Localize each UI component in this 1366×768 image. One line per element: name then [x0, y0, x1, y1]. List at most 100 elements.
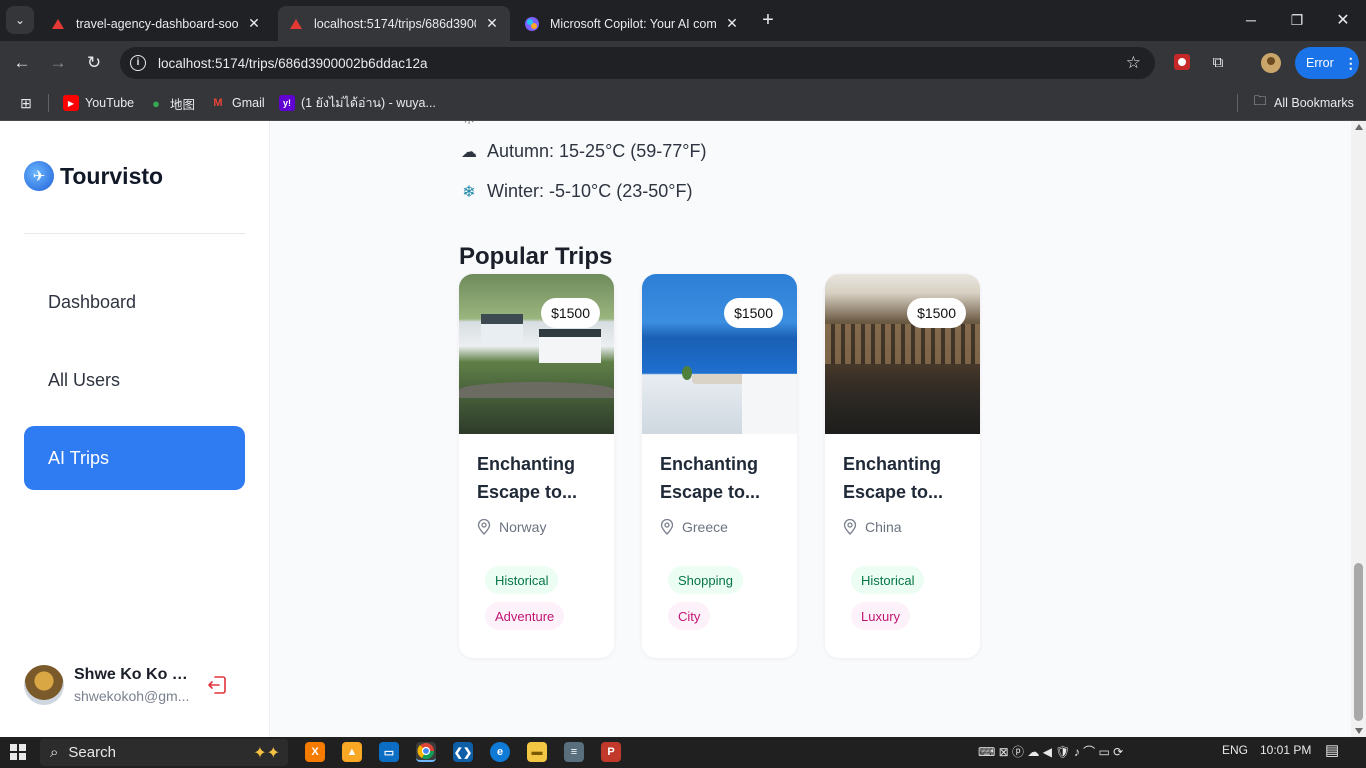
address-bar[interactable]: i localhost:5174/trips/686d3900002b6ddac…: [120, 47, 1155, 79]
yahoo-icon: y!: [279, 95, 295, 111]
windows-start-icon[interactable]: [10, 744, 26, 760]
close-icon[interactable]: ✕: [246, 15, 262, 32]
tag-pill: Shopping: [668, 566, 743, 594]
app-icon-xampp[interactable]: X: [305, 742, 325, 762]
trip-card[interactable]: $1500 Enchanting Escape to... Norway His…: [459, 274, 614, 658]
trip-title: Enchanting Escape to...: [843, 454, 944, 502]
bookmark-label: Gmail: [232, 96, 265, 110]
brand-logo[interactable]: ✈ Tourvisto: [24, 161, 163, 191]
bookmark-label: (1 ยังไม่ได้อ่าน) - wuya...: [301, 96, 436, 110]
reload-icon[interactable]: ↻: [82, 51, 106, 75]
sparkle-icon: ✦✦: [253, 744, 280, 762]
sidebar-item-ai-trips[interactable]: AI Trips: [24, 426, 245, 490]
bookmark-label: 地图: [170, 97, 196, 112]
restore-icon[interactable]: ❐: [1274, 0, 1320, 40]
tab-title: travel-agency-dashboard-sooty: [76, 16, 238, 31]
browser-tab[interactable]: travel-agency-dashboard-sooty ✕: [40, 6, 272, 41]
tab-search-button[interactable]: ⌄: [6, 6, 34, 34]
url-host: localhost: [158, 55, 212, 71]
more-vert-icon: ⋮: [1343, 54, 1358, 71]
app-icon-edge[interactable]: e: [490, 742, 510, 762]
logout-icon[interactable]: [206, 674, 228, 696]
trip-image: $1500: [642, 274, 797, 434]
app-icon-explorer[interactable]: ▬: [527, 742, 547, 762]
minimize-icon[interactable]: ─: [1228, 0, 1274, 40]
bookmark-gmail[interactable]: M Gmail: [210, 91, 265, 115]
gmail-icon: M: [213, 97, 223, 109]
tag-pill: Historical: [485, 566, 559, 594]
app-icon-vscode[interactable]: ❮❯: [453, 742, 473, 762]
favicon-icon: [50, 16, 66, 32]
app-icon-chrome[interactable]: [416, 742, 436, 762]
extension-icon[interactable]: [1172, 53, 1192, 73]
site-info-icon[interactable]: i: [130, 55, 146, 71]
climate-row-partial: ☀: [459, 121, 487, 129]
tag-pill: Adventure: [485, 602, 565, 630]
taskbar: ⌕ Search ✦✦ X ▲ ▭ ❮❯ e ▬ ≡ P ⌨ ⊠ ⓟ ☁ ◀ 🛡…: [0, 737, 1366, 768]
close-icon[interactable]: ✕: [724, 15, 740, 32]
close-icon[interactable]: ✕: [484, 15, 500, 32]
bookmark-youtube[interactable]: ▶ YouTube: [63, 91, 134, 115]
scroll-thumb[interactable]: [1354, 563, 1363, 721]
avatar: [24, 665, 64, 705]
new-tab-button[interactable]: +: [758, 10, 778, 30]
price-badge: $1500: [907, 298, 966, 328]
notification-icon[interactable]: ▤: [1325, 741, 1339, 759]
climate-text: Autumn: 15-25°C (59-77°F): [487, 141, 707, 161]
scroll-up-icon[interactable]: [1355, 124, 1363, 130]
user-profile: Shwe Ko Ko H... shwekokoh@gm...: [24, 663, 245, 707]
app-icon-bird[interactable]: ▲: [342, 742, 362, 762]
climate-text: Winter: -5-10°C (23-50°F): [487, 181, 693, 201]
map-pin-icon: [660, 519, 674, 535]
all-bookmarks[interactable]: 🗀 All Bookmarks: [1252, 91, 1353, 115]
bookmark-maps[interactable]: ● 地图: [148, 91, 195, 115]
forward-icon[interactable]: →: [46, 51, 70, 75]
tag-pill: Luxury: [851, 602, 911, 630]
price-badge: $1500: [541, 298, 600, 328]
copilot-icon: [524, 16, 540, 32]
browser-toolbar: ← → ↻ i localhost:5174/trips/686d3900002…: [0, 41, 1366, 85]
tab-title: Microsoft Copilot: Your AI comp: [550, 16, 716, 31]
favicon-icon: [288, 16, 304, 32]
user-email: shwekokoh@gm...: [74, 688, 190, 704]
sidebar-item-label: Dashboard: [48, 291, 137, 312]
bookmarks-bar: ⊞ ▶ YouTube ● 地图 M Gmail y! (1 ยังไม่ได้อ่าน…: [0, 85, 1366, 121]
location-text: Greece: [682, 519, 728, 535]
apps-grid-icon[interactable]: ⊞: [18, 91, 40, 115]
trip-card[interactable]: $1500 Enchanting Escape to... Greece Sho…: [642, 274, 797, 658]
clock[interactable]: 10:01 PM: [1260, 743, 1311, 757]
climate-row: ❄ Winter: -5-10°C (23-50°F): [459, 181, 692, 202]
back-icon[interactable]: ←: [10, 51, 34, 75]
close-window-icon[interactable]: ✕: [1320, 0, 1366, 40]
folder-icon: 🗀: [1253, 93, 1267, 108]
puzzle-icon[interactable]: ⧉: [1208, 53, 1228, 73]
taskbar-search[interactable]: ⌕ Search ✦✦: [40, 739, 288, 766]
tray-icons[interactable]: ⌨ ⊠ ⓟ ☁ ◀ 🛡 ♪ ⌒ ▭ ⟳: [978, 743, 1123, 760]
sidebar-item-label: AI Trips: [48, 447, 110, 468]
trip-location: China: [843, 519, 902, 535]
url-text[interactable]: localhost:5174/trips/686d3900002b6ddac12…: [158, 56, 428, 71]
sidebar-item-all-users[interactable]: All Users: [24, 348, 245, 412]
page-scrollbar[interactable]: [1351, 121, 1366, 737]
tab-title: localhost:5174/trips/686d39000: [314, 16, 476, 31]
app-icon-p[interactable]: P: [601, 742, 621, 762]
error-button[interactable]: Error ⋮: [1295, 47, 1359, 79]
browser-tab-active[interactable]: localhost:5174/trips/686d39000 ✕: [278, 6, 510, 41]
youtube-icon: ▶: [63, 95, 79, 111]
language-indicator[interactable]: ENG: [1222, 743, 1248, 757]
scroll-down-icon[interactable]: [1355, 728, 1363, 734]
tag-pill: Historical: [851, 566, 925, 594]
browser-tab[interactable]: Microsoft Copilot: Your AI comp ✕: [514, 6, 750, 41]
bookmark-yahoo[interactable]: y! (1 ยังไม่ได้อ่าน) - wuya...: [279, 91, 436, 115]
location-text: China: [865, 519, 902, 535]
trip-card[interactable]: $1500 Enchanting Escape to... China Hist…: [825, 274, 980, 658]
trip-title: Enchanting Escape to...: [477, 454, 578, 502]
sidebar-item-dashboard[interactable]: Dashboard: [24, 270, 245, 334]
browser-tab-strip: ⌄ travel-agency-dashboard-sooty ✕ localh…: [0, 0, 1366, 41]
app-icon-notepad[interactable]: ≡: [564, 742, 584, 762]
bookmark-star-icon[interactable]: ☆: [1126, 53, 1141, 73]
profile-avatar[interactable]: [1261, 53, 1281, 73]
trip-location: Greece: [660, 519, 728, 535]
sun-icon: ☀: [459, 121, 479, 129]
app-icon-desktop[interactable]: ▭: [379, 742, 399, 762]
